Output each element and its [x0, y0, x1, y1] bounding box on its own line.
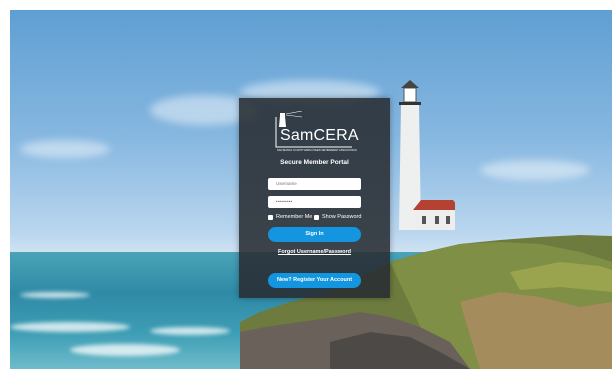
- username-input[interactable]: Username: [268, 178, 361, 190]
- cloud: [20, 140, 110, 158]
- register-button[interactable]: New? Register Your Account: [268, 273, 361, 288]
- page-title: Secure Member Portal: [280, 159, 349, 166]
- remember-me-checkbox[interactable]: [268, 215, 273, 220]
- cloud: [480, 160, 590, 180]
- login-panel: SamCERA SAN MATEO COUNTY EMPLOYEES' RETI…: [239, 98, 390, 298]
- sign-in-button[interactable]: Sign In: [268, 227, 361, 242]
- login-options: Remember Me Show Password: [268, 214, 368, 222]
- lighthouse: [399, 80, 455, 230]
- forgot-credentials-link[interactable]: Forgot Username/Password: [239, 249, 390, 255]
- samcera-logo: SamCERA SAN MATEO COUNTY EMPLOYEES' RETI…: [272, 111, 359, 155]
- logo-wordmark: SamCERA: [280, 127, 359, 144]
- show-password-label[interactable]: Show Password: [322, 214, 361, 220]
- logo-tagline: SAN MATEO COUNTY EMPLOYEES' RETIREMENT A…: [277, 149, 357, 152]
- password-input[interactable]: ••••••••: [268, 196, 361, 208]
- remember-me-label[interactable]: Remember Me: [276, 214, 312, 220]
- show-password-checkbox[interactable]: [314, 215, 319, 220]
